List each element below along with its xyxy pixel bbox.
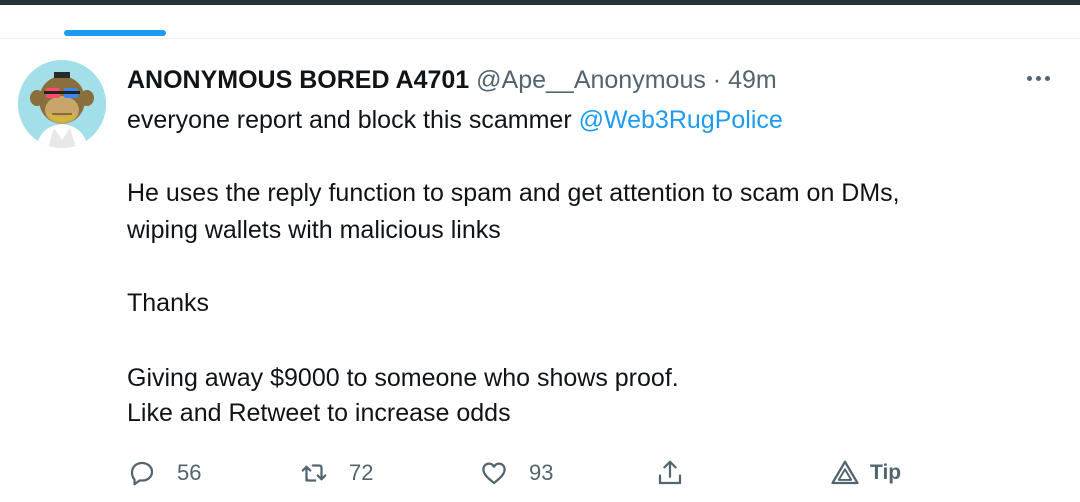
more-options-button[interactable] (1018, 60, 1058, 96)
more-dot-icon (1035, 75, 1041, 81)
reply-button[interactable]: 56 (127, 455, 201, 491)
mention-link[interactable]: @Web3RugPolice (579, 106, 783, 134)
separator-dot: · (712, 66, 722, 94)
header-divider (0, 38, 1080, 39)
tweet-text: everyone report and block this scammer (127, 106, 579, 134)
tip-button[interactable]: Tip (830, 455, 901, 491)
timestamp[interactable]: 49m (728, 66, 777, 94)
tweet-header: ANONYMOUS BORED A4701 @Ape__Anonymous · … (127, 64, 777, 96)
avatar[interactable] (18, 60, 106, 148)
reply-count: 56 (177, 460, 202, 485)
more-dot-icon (1026, 75, 1032, 81)
share-icon (658, 460, 682, 485)
retweet-button[interactable]: 72 (299, 455, 373, 491)
tweet-text-line: Thanks (127, 289, 209, 317)
tweet-text-line: everyone report and block this scammer @… (127, 104, 783, 136)
more-dot-icon (1044, 75, 1050, 81)
share-button[interactable] (655, 455, 685, 491)
retweet-icon (301, 464, 327, 482)
tip-label: Tip (870, 461, 902, 484)
tweet-text-line: Giving away $9000 to someone who shows p… (127, 364, 679, 392)
tweet-text-line: Like and Retweet to increase odds (127, 399, 511, 427)
display-name[interactable]: ANONYMOUS BORED A4701 (127, 66, 469, 94)
heart-icon (482, 462, 506, 485)
tweet-text-line: He uses the reply function to spam and g… (127, 179, 900, 207)
tip-icon (831, 460, 859, 485)
status-bar (0, 0, 1080, 5)
bored-ape-avatar-icon (18, 60, 106, 148)
tweet-actions: 56 72 93 Tip (127, 455, 927, 491)
user-handle[interactable]: @Ape__Anonymous (476, 66, 706, 94)
active-tab-indicator (64, 30, 166, 36)
tweet-text-line: wiping wallets with malicious links (127, 216, 501, 244)
retweet-count: 72 (349, 460, 374, 485)
like-count: 93 (529, 460, 554, 485)
reply-icon (130, 461, 154, 486)
like-button[interactable]: 93 (479, 455, 553, 491)
